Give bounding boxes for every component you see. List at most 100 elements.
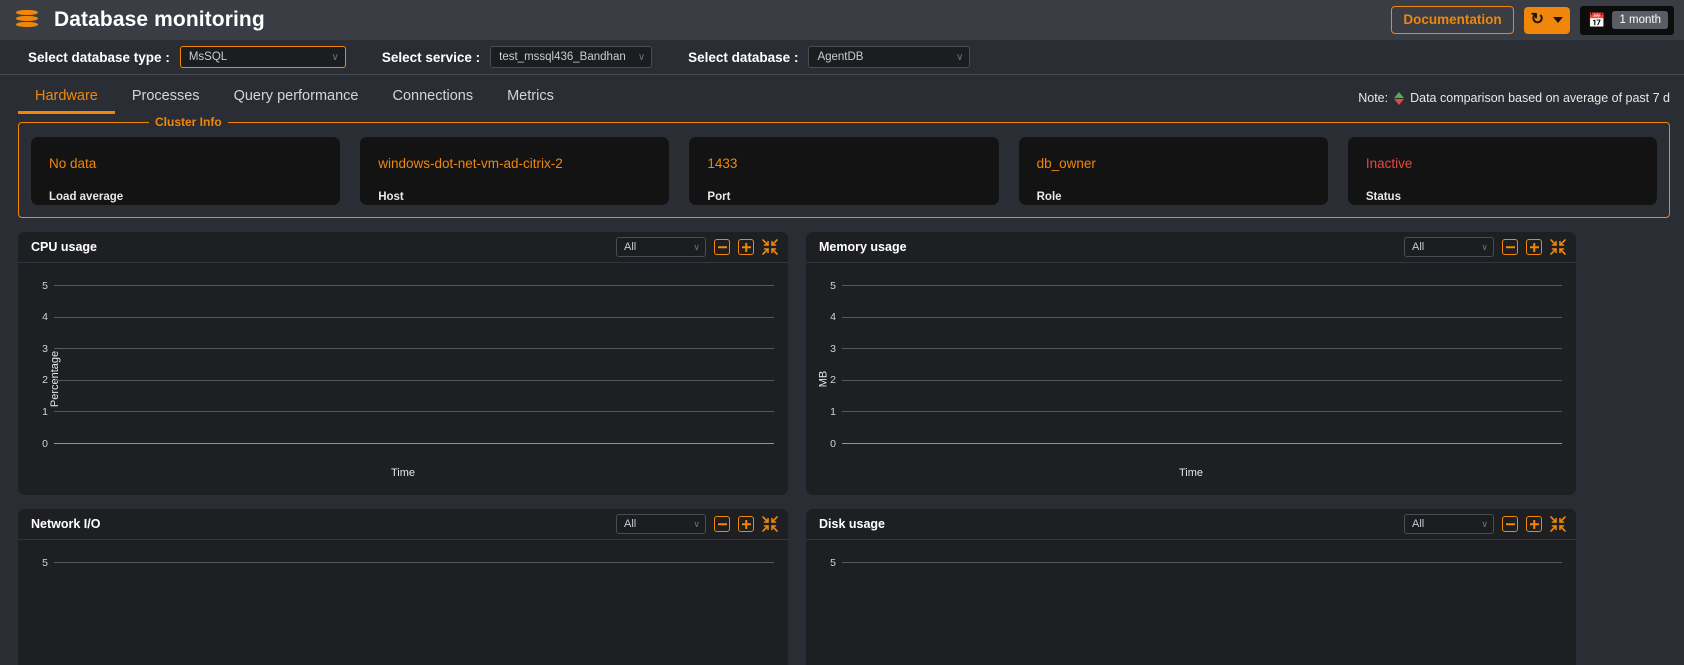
panel-network-i-o: Network I/O All ∨ 5Time <box>18 509 788 665</box>
tab-metrics[interactable]: Metrics <box>490 88 571 114</box>
time-range-value[interactable]: 1 month <box>1612 11 1668 29</box>
panel-controls: All ∨ <box>616 514 778 534</box>
y-axis-label: MB <box>817 370 830 388</box>
y-axis-tick-label: 0 <box>830 437 836 450</box>
minus-box-icon[interactable] <box>1502 239 1518 255</box>
cluster-card-label: Port <box>707 191 731 203</box>
comparison-arrows-icon <box>1394 91 1405 105</box>
minus-box-icon[interactable] <box>1502 516 1518 532</box>
y-axis-tick-label: 5 <box>830 279 836 292</box>
y-axis-tick-label: 5 <box>42 556 48 569</box>
cluster-card: windows-dot-net-vm-ad-citrix-2 Host <box>360 137 670 205</box>
tab-query-performance[interactable]: Query performance <box>217 88 376 114</box>
chart-area: 5Time <box>18 540 788 665</box>
y-axis-tick-label: 1 <box>42 405 48 418</box>
panel-filter-select[interactable]: All ∨ <box>1404 514 1494 534</box>
y-axis-tick-label: 2 <box>830 374 836 387</box>
tab-list: Hardware Processes Query performance Connec… <box>0 75 571 114</box>
minus-box-icon[interactable] <box>714 516 730 532</box>
y-axis-tick-label: 5 <box>42 279 48 292</box>
panel-filter-value: All <box>1412 518 1425 530</box>
y-axis-tick-label: 1 <box>830 405 836 418</box>
service-label: Select service : <box>381 49 481 65</box>
page-title: Database monitoring <box>54 8 265 31</box>
gridline <box>842 285 1562 286</box>
panel-filter-value: All <box>1412 241 1425 253</box>
gridline-row: 0 <box>42 438 774 450</box>
minus-box-icon[interactable] <box>714 239 730 255</box>
gridline-row: 5 <box>830 280 1562 292</box>
x-axis-label: Time <box>390 467 416 479</box>
chart-panel-grid: CPU usageAll∨Percentage543210TimeMemory … <box>18 232 1670 665</box>
y-axis-tick-label: 2 <box>42 374 48 387</box>
refresh-button-group[interactable]: ↻ <box>1523 6 1570 34</box>
documentation-button[interactable]: Documentation <box>1391 5 1514 35</box>
panel-cpu-usage: CPU usageAll∨Percentage543210Time <box>18 232 788 495</box>
panel-filter-value: All <box>624 518 637 530</box>
gridline <box>842 316 1562 318</box>
cluster-info-section: Cluster Info No data Load average windows-… <box>18 115 1670 218</box>
plus-box-icon[interactable] <box>1526 239 1542 255</box>
shrink-arrows-icon[interactable] <box>762 516 778 532</box>
panel-filter-select[interactable]: All ∨ <box>616 237 706 257</box>
filter-bar: Select database type : MsSQL ∨ Select se… <box>0 40 1684 74</box>
gridline <box>842 411 1562 413</box>
y-axis-tick-label: 5 <box>830 556 836 569</box>
panel-filter-select[interactable]: All ∨ <box>616 514 706 534</box>
plot-region: 5 4 3 2 1 0 <box>830 280 1562 450</box>
note-text: Data comparison based on average of past… <box>1410 91 1670 105</box>
gridline <box>54 285 774 286</box>
x-axis-label: Time <box>1178 467 1204 479</box>
gridline <box>54 348 774 350</box>
gridline <box>54 562 774 563</box>
plus-box-icon[interactable] <box>738 239 754 255</box>
service-value: test_mssql436_Bandhan <box>499 51 626 63</box>
gridline <box>842 348 1562 350</box>
shrink-arrows-icon[interactable] <box>762 239 778 255</box>
chart-area: MB 5 4 3 2 1 0 Time <box>806 263 1576 495</box>
plus-box-icon[interactable] <box>738 516 754 532</box>
panel-filter-select[interactable]: All ∨ <box>1404 237 1494 257</box>
shrink-arrows-icon[interactable] <box>1550 516 1566 532</box>
refresh-icon[interactable]: ↻ <box>1531 12 1544 28</box>
cluster-card-value: 1433 <box>707 156 738 171</box>
cluster-info-legend: Cluster Info <box>149 115 228 129</box>
gridline-row: 2 <box>830 374 1562 386</box>
triangle-up-icon <box>1394 91 1405 98</box>
database-select[interactable]: AgentDB ∨ <box>808 46 971 68</box>
db-type-select[interactable]: MsSQL ∨ <box>179 46 346 68</box>
cluster-card-value: db_owner <box>1036 156 1096 171</box>
gridline-row: 5 <box>42 280 774 292</box>
panel-title: CPU usage <box>31 240 97 254</box>
gridline-row: 3 <box>830 343 1562 355</box>
chart-area: Percentage543210Time <box>18 263 788 495</box>
tab-connections[interactable]: Connections <box>375 88 490 114</box>
chevron-down-icon: ∨ <box>637 51 646 63</box>
gridline <box>842 443 1562 444</box>
panel-header: Network I/O All ∨ <box>18 509 788 540</box>
plot-region: 5 4 3 2 1 0 <box>42 280 774 450</box>
chevron-down-icon: ∨ <box>1481 518 1488 529</box>
cluster-card-label: Host <box>378 191 404 203</box>
service-select[interactable]: test_mssql436_Bandhan ∨ <box>490 46 653 68</box>
cluster-card-value: No data <box>49 156 97 171</box>
tab-hardware[interactable]: Hardware <box>18 88 115 114</box>
cluster-card-value: windows-dot-net-vm-ad-citrix-2 <box>378 156 563 171</box>
gridline <box>842 562 1562 563</box>
time-range-picker[interactable]: 📅 1 month <box>1580 5 1674 35</box>
cluster-card-label: Status <box>1365 191 1401 203</box>
plus-box-icon[interactable] <box>1526 516 1542 532</box>
gridline <box>54 411 774 413</box>
panel-disk-usage: Disk usage All ∨ 5Time <box>806 509 1576 665</box>
panel-memory-usage: Memory usage All ∨ MB 5 4 3 2 1 0 Time <box>806 232 1576 495</box>
cluster-card: db_owner Role <box>1018 137 1328 205</box>
panel-header: Memory usage All ∨ <box>806 232 1576 263</box>
y-axis-tick-label: 4 <box>830 311 836 324</box>
tab-processes[interactable]: Processes <box>115 88 217 114</box>
database-value: AgentDB <box>817 51 864 63</box>
gridline-row: 4 <box>42 311 774 323</box>
panel-title: Network I/O <box>31 517 101 531</box>
gridline-row: 5 <box>42 557 774 569</box>
chevron-down-icon[interactable] <box>1553 17 1563 23</box>
shrink-arrows-icon[interactable] <box>1550 239 1566 255</box>
